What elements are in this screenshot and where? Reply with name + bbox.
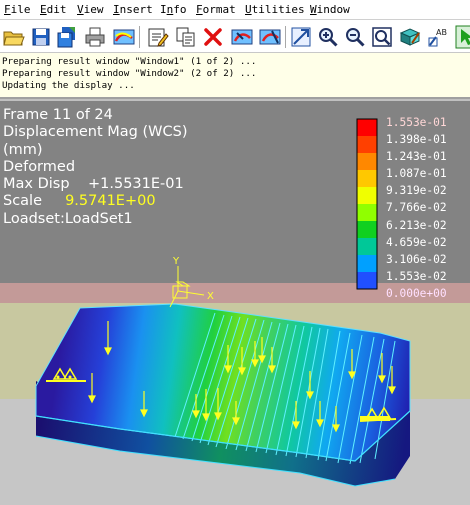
legend-swatch — [357, 272, 377, 289]
toolbar-separator — [285, 26, 286, 48]
refit-icon[interactable] — [370, 25, 394, 49]
spin-view-icon[interactable] — [230, 25, 254, 49]
mode-label: Deformed — [3, 158, 76, 175]
menu-format[interactable]: Format — [196, 3, 236, 17]
message-line: Updating the display ... — [2, 80, 135, 91]
legend-value: 1.553e-02 — [386, 269, 447, 283]
legend-swatch — [357, 221, 377, 238]
message-line: Preparing result window "Window2" (2 of … — [2, 68, 257, 79]
legend-value: 1.553e-01 — [386, 116, 447, 129]
loadset-label: Loadset:LoadSet1 — [3, 210, 133, 227]
toolbar: AB — [0, 20, 470, 53]
zoom-in-icon[interactable] — [316, 25, 340, 49]
svg-text:AB: AB — [436, 28, 447, 37]
legend-value: 0.000e+00 — [386, 286, 447, 300]
graphics-viewport[interactable]: Y X Frame 11 of 24 Displacement Mag (WCS… — [0, 101, 470, 505]
menu-utilities[interactable]: Utilities — [245, 3, 305, 17]
zoom-out-icon[interactable] — [343, 25, 367, 49]
legend-values: 1.553e-01 1.398e-01 1.243e-01 1.087e-01 … — [386, 114, 447, 302]
repaint-icon[interactable] — [112, 25, 136, 49]
legend-value: 7.766e-02 — [386, 201, 447, 215]
menu-insert[interactable]: Insert — [113, 3, 153, 17]
message-line: Preparing result window "Window1" (1 of … — [2, 56, 257, 67]
legend-swatch — [357, 119, 377, 136]
open-folder-icon[interactable] — [2, 25, 26, 49]
save-icon[interactable] — [29, 25, 53, 49]
legend-swatch — [357, 238, 377, 255]
frame-label: Frame 11 of 24 — [3, 107, 113, 123]
csys-y-label: Y — [172, 256, 180, 267]
legend-value: 1.087e-01 — [386, 167, 447, 181]
redraw-icon[interactable] — [258, 25, 282, 49]
scale-label: Scale — [3, 193, 43, 210]
scale-value: 9.5741E+00 — [65, 193, 156, 210]
annotation-icon[interactable]: AB — [426, 25, 450, 49]
menu-window[interactable]: Window — [310, 3, 350, 17]
select-icon[interactable] — [455, 25, 470, 49]
copy-icon[interactable] — [174, 25, 198, 49]
message-area: Preparing result window "Window1" (1 of … — [0, 53, 470, 99]
print-icon[interactable] — [83, 25, 107, 49]
legend-swatch — [357, 170, 377, 187]
menu-edit[interactable]: Edit — [40, 3, 67, 17]
save-copy-icon[interactable] — [55, 25, 79, 49]
legend-value: 3.106e-02 — [386, 252, 447, 266]
legend-value: 1.243e-01 — [386, 150, 447, 164]
legend-swatch — [357, 204, 377, 221]
menu-view[interactable]: View — [77, 3, 104, 17]
orient-icon[interactable] — [398, 25, 422, 49]
units-label: (mm) — [3, 141, 43, 158]
edit-icon[interactable] — [145, 25, 169, 49]
toolbar-separator — [139, 26, 140, 48]
legend-color-bar — [356, 118, 378, 290]
csys-x-label: X — [207, 291, 214, 302]
quantity-label: Displacement Mag (WCS) — [3, 124, 188, 141]
max-disp-label: Max Disp — [3, 176, 70, 193]
delete-icon[interactable] — [201, 25, 225, 49]
legend-swatch — [357, 136, 377, 153]
menu-bar: File Edit View Insert Info Format Utilit… — [0, 0, 470, 20]
max-disp-value: +1.5531E-01 — [87, 176, 184, 193]
legend-value: 1.398e-01 — [386, 133, 447, 147]
menu-file[interactable]: File — [4, 3, 31, 17]
legend-swatch — [357, 255, 377, 272]
zoom-window-icon[interactable] — [289, 25, 313, 49]
legend-value: 4.659e-02 — [386, 235, 447, 249]
legend-swatch — [357, 187, 377, 204]
menu-info[interactable]: Info — [160, 3, 187, 17]
legend-value: 6.213e-02 — [386, 218, 447, 232]
legend-swatch — [357, 153, 377, 170]
legend-value: 9.319e-02 — [386, 184, 447, 198]
result-info: Frame 11 of 24 Displacement Mag (WCS) (m… — [3, 107, 187, 228]
